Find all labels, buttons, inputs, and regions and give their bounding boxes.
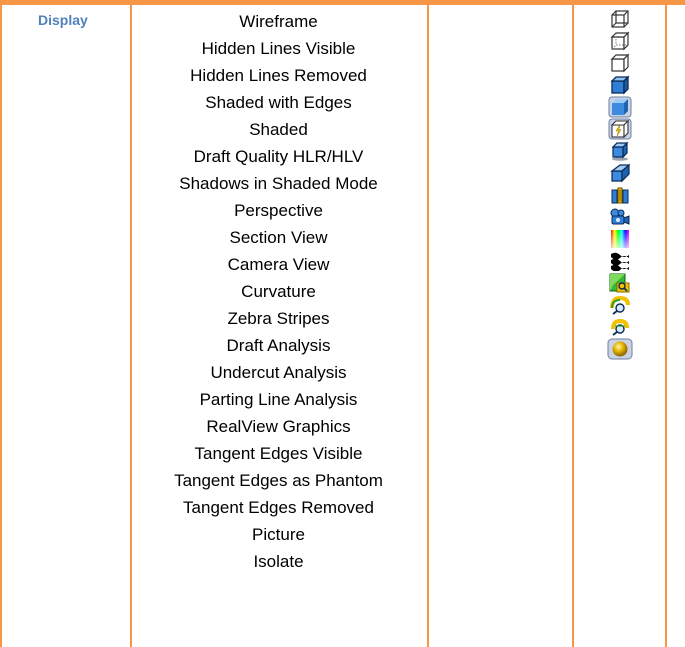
section-view-icon[interactable] [596, 184, 644, 206]
zebra-stripes-icon[interactable] [596, 250, 644, 272]
column-divider [0, 0, 2, 647]
curvature-icon[interactable] [596, 228, 644, 250]
list-item: RealView Graphics [206, 417, 351, 436]
column-divider [572, 0, 574, 647]
list-item: Shaded [249, 120, 308, 139]
list-item: Undercut Analysis [210, 363, 347, 382]
perspective-icon[interactable] [596, 162, 644, 184]
column-divider [427, 0, 429, 647]
icon-column [596, 8, 644, 360]
list-item: Hidden Lines Removed [190, 66, 367, 85]
wireframe-icon[interactable] [596, 8, 644, 30]
list-item: Zebra Stripes [227, 309, 330, 328]
list-item: Perspective [234, 201, 323, 220]
shaded-icon[interactable] [596, 96, 644, 118]
draft-analysis-icon[interactable] [596, 272, 644, 294]
parting-line-analysis-icon[interactable] [596, 316, 644, 338]
hidden-lines-removed-icon[interactable] [596, 52, 644, 74]
list-item: Camera View [227, 255, 330, 274]
camera-view-icon[interactable] [596, 206, 644, 228]
column-divider [665, 0, 667, 647]
shadows-icon[interactable] [596, 140, 644, 162]
item-list: Wireframe Hidden Lines Visible Hidden Li… [130, 8, 427, 575]
realview-graphics-icon[interactable] [596, 338, 644, 360]
list-item: Tangent Edges Removed [183, 498, 374, 517]
hidden-lines-visible-icon[interactable] [596, 30, 644, 52]
list-item: Shadows in Shaded Mode [179, 174, 378, 193]
list-item: Picture [252, 525, 305, 544]
list-item: Isolate [253, 552, 304, 571]
display-table: Display Wireframe Hidden Lines Visible H… [0, 0, 685, 647]
table-top-border [0, 0, 685, 5]
list-item: Curvature [241, 282, 316, 301]
list-item: Tangent Edges as Phantom [174, 471, 383, 490]
list-item: Hidden Lines Visible [201, 39, 356, 58]
undercut-analysis-icon[interactable] [596, 294, 644, 316]
category-label: Display [38, 12, 88, 28]
list-item: Tangent Edges Visible [194, 444, 363, 463]
list-item: Draft Quality HLR/HLV [193, 147, 364, 166]
shaded-with-edges-icon[interactable] [596, 74, 644, 96]
draft-quality-icon[interactable] [596, 118, 644, 140]
list-item: Section View [229, 228, 328, 247]
list-item: Parting Line Analysis [199, 390, 358, 409]
list-item: Shaded with Edges [205, 93, 352, 112]
list-item: Wireframe [239, 12, 318, 31]
list-item: Draft Analysis [226, 336, 331, 355]
